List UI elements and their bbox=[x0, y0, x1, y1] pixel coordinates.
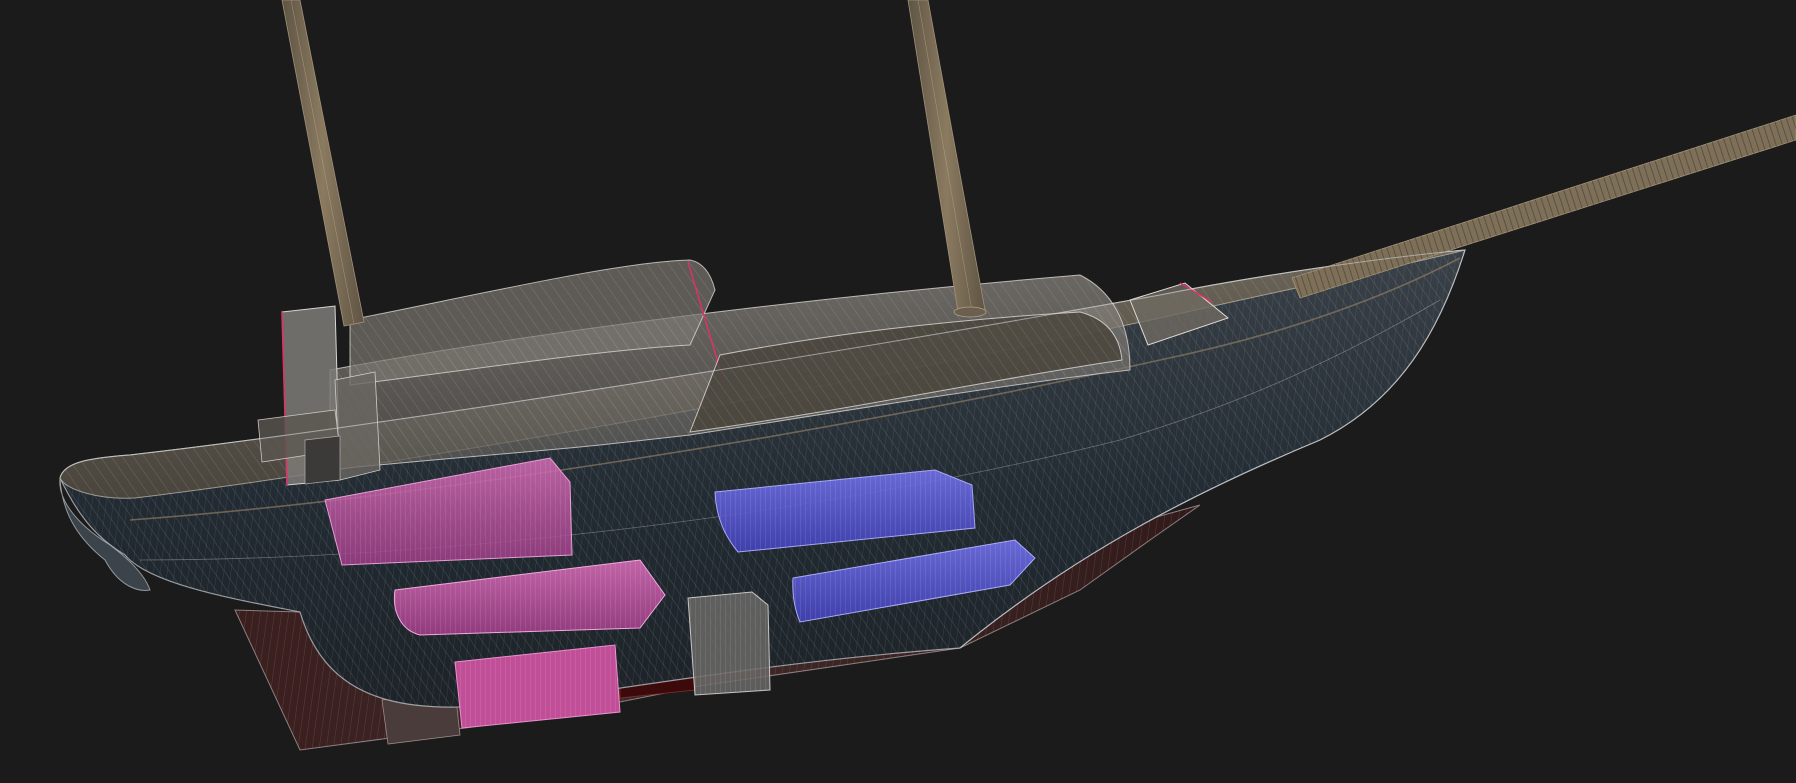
engine-block bbox=[687, 591, 771, 696]
boat-render bbox=[59, 0, 1796, 751]
3d-viewport[interactable] bbox=[0, 0, 1796, 783]
main-mast bbox=[907, 0, 987, 318]
bowsprit bbox=[1291, 114, 1796, 299]
aft-mast bbox=[281, 0, 365, 327]
